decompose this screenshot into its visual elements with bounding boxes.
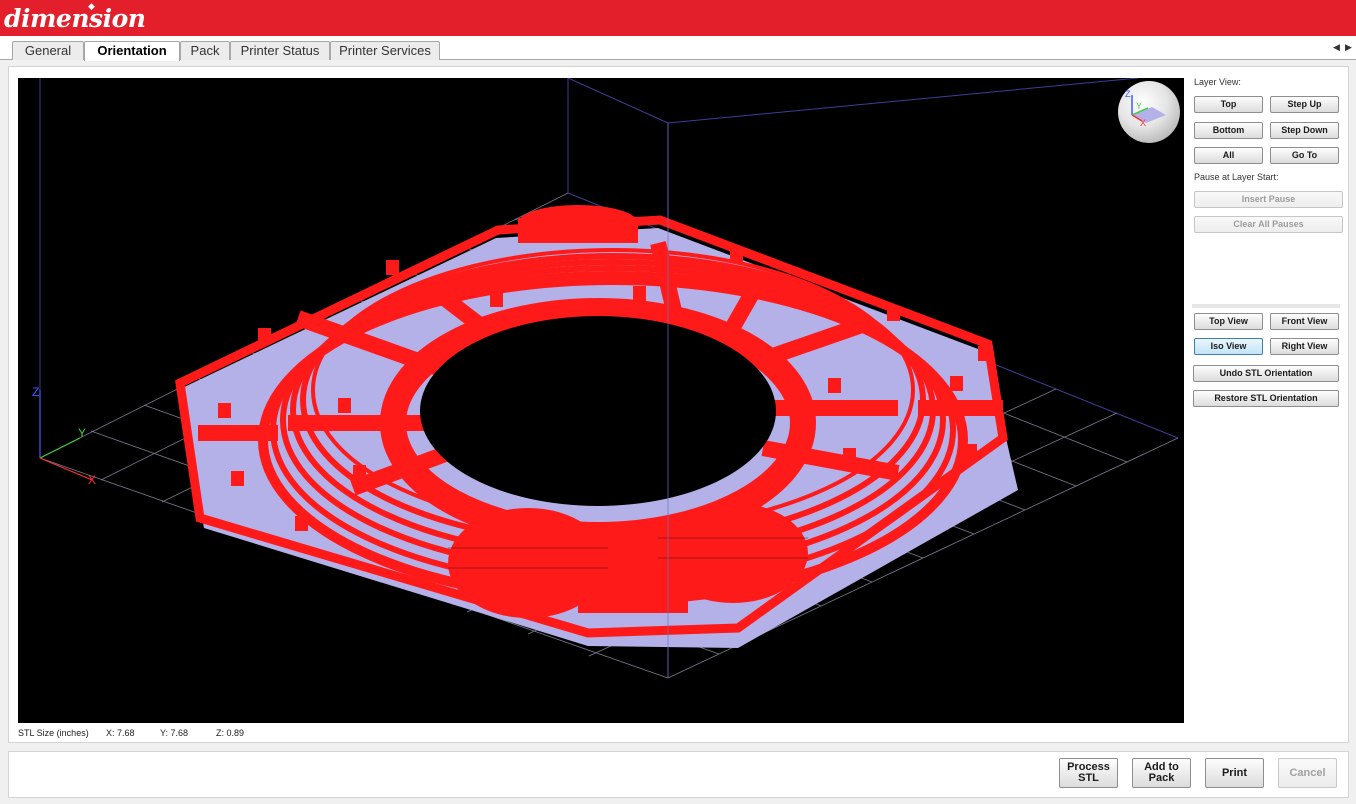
axis-y-label: Y (78, 426, 86, 440)
undo-stl-orientation-button[interactable]: Undo STL Orientation (1193, 365, 1339, 382)
cube-z-label: Z (1125, 89, 1131, 99)
tab-strip: General Orientation Pack Printer Status … (0, 36, 1356, 61)
axis-z-label: Z (32, 385, 39, 399)
tab-general[interactable]: General (12, 41, 84, 60)
stl-size-y: Y: 7.68 (160, 728, 189, 738)
layer-all-button[interactable]: All (1194, 147, 1263, 164)
cube-x-label: X (1140, 118, 1146, 128)
stl-size-x: X: 7.68 (106, 728, 135, 738)
print-button[interactable]: Print (1205, 758, 1264, 788)
process-stl-button[interactable]: Process STL (1059, 758, 1118, 788)
dimension-logo: dimension (4, 4, 146, 33)
stl-size-z: Z: 0.89 (216, 728, 245, 738)
layer-top-button[interactable]: Top (1194, 96, 1263, 113)
tab-orientation[interactable]: Orientation (84, 41, 180, 61)
layer-go-to-button[interactable]: Go To (1270, 147, 1339, 164)
tab-printer-services[interactable]: Printer Services (330, 41, 440, 60)
right-view-button[interactable]: Right View (1270, 338, 1339, 355)
model-render: Z Y X (32, 78, 1179, 679)
tab-scroll-right-icon[interactable]: ▶ (1345, 42, 1352, 53)
sidebar-divider (1192, 304, 1340, 308)
tab-printer-status[interactable]: Printer Status (230, 41, 330, 60)
add-to-pack-button[interactable]: Add to Pack (1132, 758, 1191, 788)
model-viewport[interactable]: Z Y X (18, 78, 1184, 723)
axis-x-label: X (88, 473, 96, 487)
layer-view-label: Layer View: (1194, 77, 1241, 87)
insert-pause-button[interactable]: Insert Pause (1194, 191, 1343, 208)
pause-label: Pause at Layer Start: (1194, 172, 1279, 182)
logo-diamond-icon: ◆ (88, 1, 95, 11)
orientation-cube-icon[interactable]: Z Y X (1118, 81, 1180, 143)
front-view-button[interactable]: Front View (1270, 313, 1339, 330)
layer-step-up-button[interactable]: Step Up (1270, 96, 1339, 113)
tab-scroll-left-icon[interactable]: ◀ (1333, 42, 1340, 53)
cube-y-label: Y (1136, 101, 1142, 111)
brand-header: dimension ◆ (0, 0, 1356, 36)
cancel-button[interactable]: Cancel (1278, 758, 1337, 788)
top-view-button[interactable]: Top View (1194, 313, 1263, 330)
tab-pack[interactable]: Pack (180, 41, 230, 60)
stl-size-label: STL Size (inches) (18, 728, 89, 738)
layer-step-down-button[interactable]: Step Down (1270, 122, 1339, 139)
layer-bottom-button[interactable]: Bottom (1194, 122, 1263, 139)
restore-stl-orientation-button[interactable]: Restore STL Orientation (1193, 390, 1339, 407)
clear-all-pauses-button[interactable]: Clear All Pauses (1194, 216, 1343, 233)
iso-view-button[interactable]: Iso View (1194, 338, 1263, 355)
